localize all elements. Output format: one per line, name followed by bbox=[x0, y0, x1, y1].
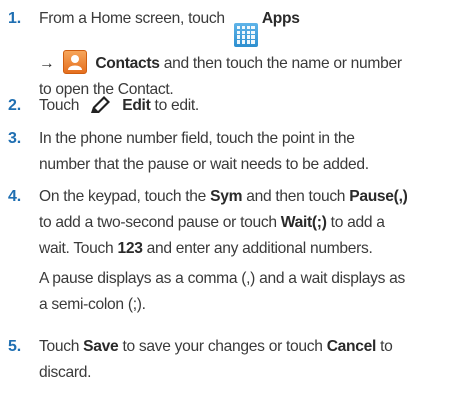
step-number: 5. bbox=[8, 338, 21, 355]
step-number: 1. bbox=[8, 10, 21, 27]
step-3-line-2: number that the pause or wait needs to b… bbox=[39, 156, 369, 173]
step-number: 2. bbox=[8, 97, 21, 114]
step-5-text-b: to save your changes or touch bbox=[122, 338, 323, 355]
save-label: Save bbox=[83, 338, 119, 355]
cancel-label: Cancel bbox=[326, 338, 377, 355]
step-number: 4. bbox=[8, 188, 21, 205]
step-2-text-a: Touch bbox=[39, 97, 80, 114]
step-4-text-d: to add a bbox=[330, 214, 385, 231]
step-3-line-1: In the phone number field, touch the poi… bbox=[39, 130, 355, 147]
pause-key-label: Pause(,) bbox=[349, 188, 408, 205]
step-4-note-line-2: a semi-colon (;). bbox=[39, 296, 146, 313]
step-5-line-2: discard. bbox=[39, 364, 92, 381]
step-4-text-a: On the keypad, touch the bbox=[39, 188, 207, 205]
step-2-text-b: to edit. bbox=[154, 97, 200, 114]
step-4-text-b: and then touch bbox=[246, 188, 346, 205]
apps-grid-icon bbox=[233, 22, 258, 47]
step-text: In the phone number field, touch the poi… bbox=[39, 126, 467, 178]
apps-label: Apps bbox=[261, 10, 300, 27]
sym-key-label: Sym bbox=[210, 188, 243, 205]
contacts-label: Contacts bbox=[95, 54, 160, 72]
arrow-icon: → bbox=[39, 54, 55, 72]
step-text: Touch Save to save your changes or touch… bbox=[39, 334, 467, 386]
step-5-text-a: Touch bbox=[39, 338, 80, 355]
step-text: Touch Edit to edit. bbox=[39, 93, 467, 119]
step-text: From a Home screen, touch Apps → Contact… bbox=[39, 6, 467, 103]
step-text: On the keypad, touch the Sym and then to… bbox=[39, 184, 467, 318]
edit-pencil-icon bbox=[88, 94, 114, 116]
step-5-text-c: to bbox=[380, 338, 393, 355]
step-1-line-1: From a Home screen, touch bbox=[39, 10, 225, 27]
step-4-text-f: and enter any additional numbers. bbox=[146, 240, 373, 257]
contacts-person-icon bbox=[63, 49, 88, 74]
step-number: 3. bbox=[8, 130, 21, 147]
instruction-document: 1. From a Home screen, touch Apps → Cont… bbox=[0, 0, 472, 395]
step-4-text-e: wait. Touch bbox=[39, 240, 114, 257]
edit-label: Edit bbox=[122, 97, 151, 114]
num-key-label: 123 bbox=[117, 240, 143, 257]
step-4-text-c: to add a two-second pause or touch bbox=[39, 214, 277, 231]
wait-key-label: Wait(;) bbox=[280, 214, 327, 231]
step-4-note-line-1: A pause displays as a comma (,) and a wa… bbox=[39, 270, 406, 287]
step-1-line-2: and then touch the name or number bbox=[163, 54, 402, 72]
